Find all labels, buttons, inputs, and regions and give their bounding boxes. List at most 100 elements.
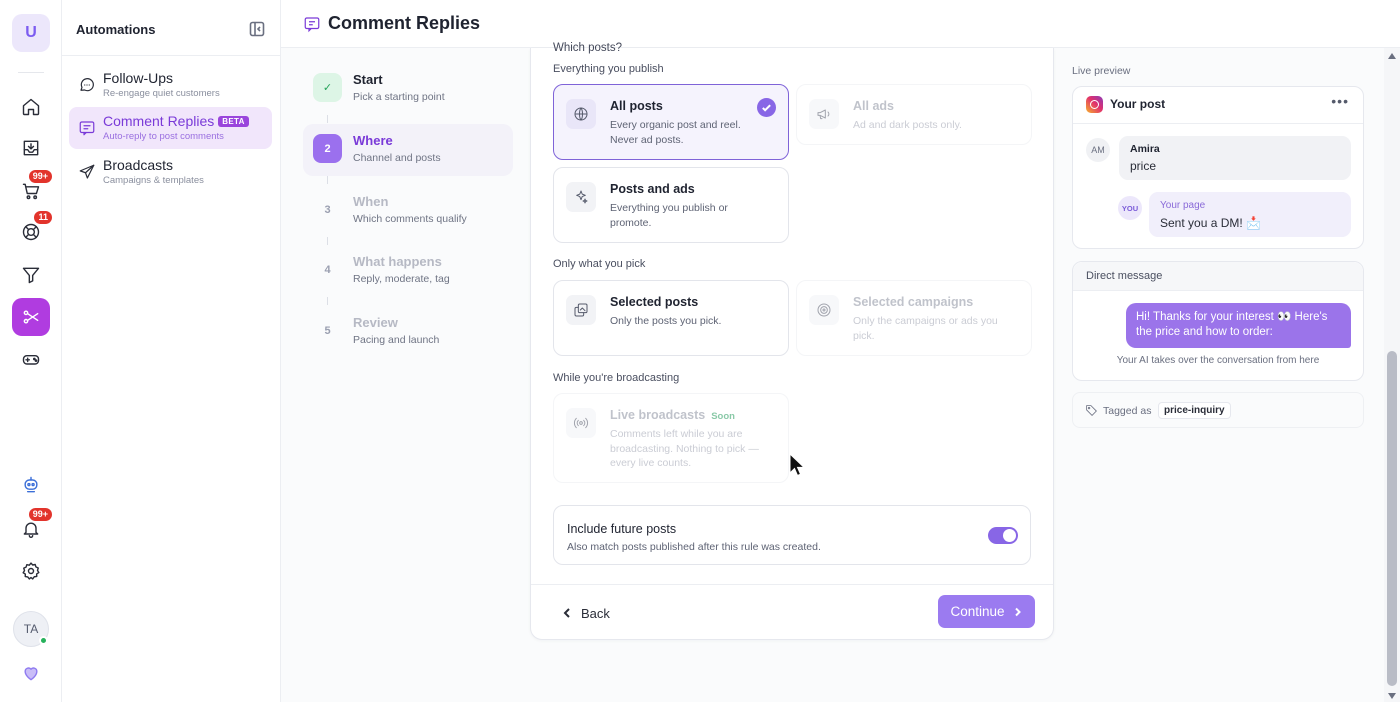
option-selected-posts[interactable]: Selected posts Only the posts you pick.	[553, 280, 789, 356]
back-button[interactable]: Back	[561, 601, 610, 625]
option-desc: Comments left while you are broadcasting…	[610, 428, 759, 469]
step-title: Where	[353, 133, 393, 148]
gamepad-icon[interactable]	[12, 340, 50, 378]
user-initials: TA	[23, 622, 39, 636]
sparkles-icon	[566, 182, 596, 212]
step-connector	[327, 115, 328, 123]
step-connector	[327, 237, 328, 245]
future-posts-toggle[interactable]	[988, 527, 1018, 544]
workspace-logo[interactable]: U	[12, 14, 50, 52]
sidebar-item-label: Follow-Ups	[103, 70, 174, 86]
notifications-badge: 99+	[27, 507, 53, 522]
back-button-label: Back	[581, 605, 610, 621]
step-what-happens[interactable]: 4 What happens Reply, moderate, tag	[303, 245, 513, 297]
option-title: Selected posts	[610, 295, 699, 309]
brand-heart-icon[interactable]	[12, 654, 50, 692]
automations-icon[interactable]	[12, 298, 50, 336]
scroll-down-arrow-icon[interactable]	[1388, 693, 1396, 699]
comment-text: price	[1130, 159, 1157, 173]
step-number: 2	[313, 134, 342, 163]
cart-icon[interactable]: 99+	[12, 169, 53, 210]
sidebar-item-sub: Re-engage quiet customers	[103, 88, 220, 99]
card-footer-divider	[531, 584, 1053, 585]
option-all-ads[interactable]: All ads Ad and dark posts only.	[796, 84, 1032, 145]
option-all-posts[interactable]: All posts Every organic post and reel. N…	[553, 84, 789, 160]
continue-button-label: Continue	[950, 604, 1005, 619]
home-icon[interactable]	[12, 88, 50, 126]
scroll-up-arrow-icon[interactable]	[1388, 53, 1396, 59]
step-connector	[327, 176, 328, 184]
reply-bubble: Your page Sent you a DM! 📩	[1149, 192, 1351, 237]
section-label-pick: Only what you pick	[553, 258, 646, 270]
section-heading-cut: Which posts?	[553, 42, 623, 54]
chevron-left-icon	[563, 608, 570, 618]
tag-row: Tagged as price-inquiry	[1072, 392, 1364, 428]
comment-replies-icon	[303, 15, 321, 33]
live-preview-label: Live preview	[1072, 65, 1131, 77]
beta-badge: BETA	[218, 116, 249, 127]
option-title: All ads	[853, 99, 894, 113]
step-where[interactable]: 2 Where Channel and posts	[303, 124, 513, 176]
step-title: What happens	[353, 254, 442, 269]
instagram-icon	[1086, 96, 1103, 113]
step-sub: Pick a starting point	[353, 91, 445, 103]
include-future-posts-row: Include future posts Also match posts pu…	[553, 505, 1031, 565]
option-posts-and-ads[interactable]: Posts and ads Everything you publish or …	[553, 167, 789, 243]
step-sub: Reply, moderate, tag	[353, 273, 450, 285]
step-connector	[327, 297, 328, 305]
reply-author: Your page	[1160, 200, 1206, 211]
step-start[interactable]: ✓ Start Pick a starting point	[303, 63, 513, 115]
send-icon	[78, 163, 96, 181]
sidebar-item-sub: Auto-reply to post comments	[103, 131, 224, 142]
automations-sidebar: Automations Follow-Ups Re-engage quiet c…	[62, 0, 281, 702]
option-title-text: Live broadcasts	[610, 408, 706, 422]
target-icon	[809, 295, 839, 325]
mouse-cursor-icon	[789, 453, 805, 477]
future-posts-title: Include future posts	[567, 522, 677, 536]
megaphone-icon	[809, 99, 839, 129]
sidebar-header: Automations	[62, 0, 281, 56]
step-sub: Pacing and launch	[353, 334, 440, 346]
card-divider	[1073, 123, 1363, 124]
post-preview-card: Your post ••• AM Amira price YOU Your pa…	[1072, 86, 1364, 249]
user-avatar[interactable]: TA	[13, 611, 49, 647]
tag-icon	[1086, 405, 1097, 416]
ai-bot-icon[interactable]	[12, 466, 50, 504]
filter-icon[interactable]	[12, 256, 50, 294]
scrollbar-thumb[interactable]	[1387, 351, 1397, 686]
support-icon[interactable]: 11	[12, 210, 53, 251]
section-label-everything: Everything you publish	[553, 63, 664, 75]
inbox-icon[interactable]	[12, 129, 50, 167]
page-scrollbar[interactable]	[1384, 48, 1400, 702]
step-done-check-icon: ✓	[313, 73, 342, 102]
option-desc: Everything you publish or promote.	[610, 202, 728, 229]
tag-chip: price-inquiry	[1158, 402, 1231, 419]
step-review[interactable]: 5 Review Pacing and launch	[303, 306, 513, 358]
bell-icon[interactable]: 99+	[12, 507, 53, 548]
more-options-icon[interactable]: •••	[1331, 93, 1349, 109]
post-selection-card: Which posts? Everything you publish All …	[530, 42, 1054, 640]
selected-check-icon	[757, 98, 776, 117]
step-number: 3	[324, 203, 331, 216]
sidebar-item-comment-replies[interactable]: Comment Replies BETA Auto-reply to post c…	[69, 107, 272, 149]
sidebar-title: Automations	[76, 22, 156, 37]
step-sub: Which comments qualify	[353, 213, 467, 225]
option-title: All posts	[610, 99, 663, 113]
settings-gear-icon[interactable]	[12, 552, 50, 590]
globe-icon	[566, 99, 596, 129]
sidebar-item-broadcasts[interactable]: Broadcasts Campaigns & templates	[69, 151, 272, 193]
section-label-broadcasting: While you're broadcasting	[553, 372, 680, 384]
post-title: Your post	[1110, 97, 1166, 111]
step-title: Review	[353, 315, 398, 330]
gallery-icon	[566, 295, 596, 325]
option-selected-campaigns[interactable]: Selected campaigns Only the campaigns or…	[796, 280, 1032, 356]
dm-bubble: Hi! Thanks for your interest 👀 Here's th…	[1126, 303, 1351, 348]
continue-button[interactable]: Continue	[938, 595, 1035, 628]
soon-badge: Soon	[711, 411, 735, 422]
step-when[interactable]: 3 When Which comments qualify	[303, 185, 513, 237]
message-circle-icon	[78, 76, 96, 94]
sidebar-item-follow-ups[interactable]: Follow-Ups Re-engage quiet customers	[69, 64, 272, 106]
collapse-sidebar-icon[interactable]	[249, 21, 265, 37]
dm-ai-note: Your AI takes over the conversation from…	[1116, 355, 1320, 366]
sidebar-item-label: Comment Replies BETA	[103, 113, 249, 129]
